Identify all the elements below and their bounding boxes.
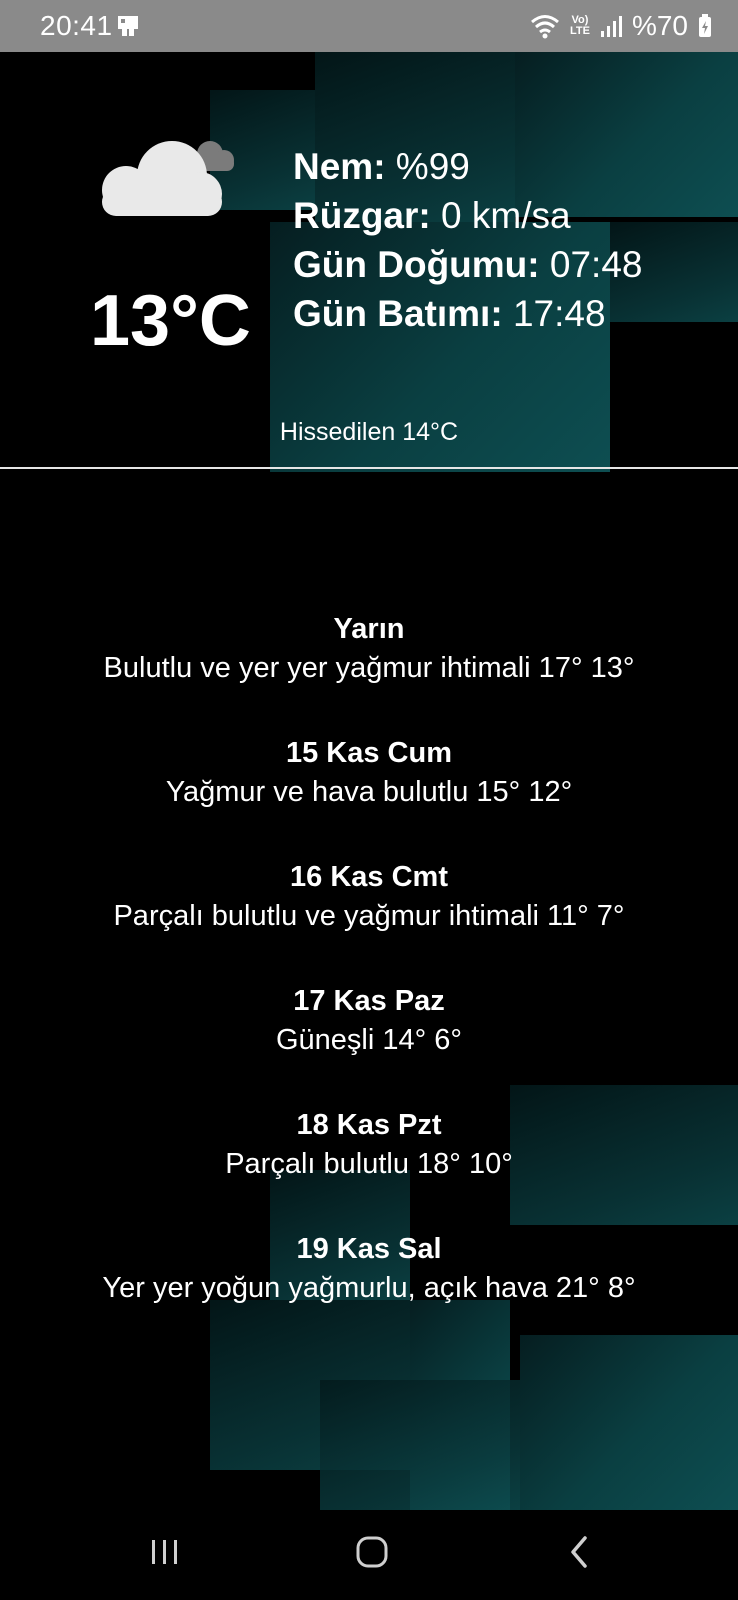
forecast-item: 15 Kas Cum Yağmur ve hava bulutlu 15° 12… (0, 734, 738, 858)
forecast-day: Yarın (333, 613, 405, 645)
wifi-icon (531, 15, 559, 39)
notification-icon (118, 16, 138, 36)
sunrise-row: Gün Doğumu: 07:48 (293, 240, 642, 289)
home-icon[interactable] (347, 1532, 397, 1572)
forecast-day: 16 Kas Cmt (290, 861, 448, 893)
status-time: 20:41 (40, 10, 113, 41)
current-temperature: 13°C (90, 281, 251, 361)
humidity-label: Nem: (293, 146, 386, 187)
sunrise-value: 07:48 (539, 244, 643, 285)
humidity-value: %99 (385, 146, 470, 187)
weather-details: Nem: %99 Rüzgar: 0 km/sa Gün Doğumu: 07:… (293, 142, 642, 338)
wind-label: Rüzgar: (293, 195, 431, 236)
divider (0, 467, 738, 469)
wind-row: Rüzgar: 0 km/sa (293, 191, 642, 240)
volte-badge: Vo) LTE (569, 14, 590, 37)
battery-percent: %70 (631, 10, 688, 41)
forecast-day: 17 Kas Paz (293, 985, 445, 1017)
forecast-item: 17 Kas Paz Güneşli 14° 6° (0, 982, 738, 1106)
sunset-row: Gün Batımı: 17:48 (293, 289, 642, 338)
sunset-value: 17:48 (502, 293, 606, 334)
feels-like: Hissedilen 14°C (279, 418, 459, 446)
forecast-item: 18 Kas Pzt Parçalı bulutlu 18° 10° (0, 1106, 738, 1230)
forecast-description: Bulutlu ve yer yer yağmur ihtimali 17° 1… (103, 652, 635, 684)
forecast-day: 18 Kas Pzt (296, 1109, 442, 1141)
signal-icon (600, 16, 622, 37)
forecast-description: Parçalı bulutlu ve yağmur ihtimali 11° 7… (113, 900, 625, 932)
forecast-day: 15 Kas Cum (285, 737, 452, 769)
forecast-item: 16 Kas Cmt Parçalı bulutlu ve yağmur iht… (0, 858, 738, 982)
sunset-label: Gün Batımı: (293, 293, 503, 334)
forecast-item: 19 Kas Sal Yer yer yoğun yağmurlu, açık … (0, 1230, 738, 1354)
weather-screen: 20:41 Vo) LTE %70 13°C Nem: %99 Rüzgar: … (0, 0, 738, 1600)
cloud-icon (102, 141, 234, 216)
status-right: Vo) LTE %70 (530, 10, 712, 42)
wind-value: 0 km/sa (430, 195, 571, 236)
background-tile (520, 1335, 738, 1510)
forecast-description: Yağmur ve hava bulutlu 15° 12° (165, 776, 573, 808)
sunrise-label: Gün Doğumu: (293, 244, 540, 285)
navigation-bar (0, 1510, 738, 1600)
forecast-description: Yer yer yoğun yağmurlu, açık hava 21° 8° (102, 1272, 636, 1304)
forecast-description: Parçalı bulutlu 18° 10° (225, 1148, 513, 1180)
back-icon[interactable] (555, 1532, 605, 1572)
battery-icon (699, 14, 711, 37)
background-tile (320, 1380, 520, 1510)
forecast-day: 19 Kas Sal (296, 1233, 442, 1265)
forecast-item: Yarın Bulutlu ve yer yer yağmur ihtimali… (0, 610, 738, 734)
forecast-list: Yarın Bulutlu ve yer yer yağmur ihtimali… (0, 610, 738, 1354)
recents-icon[interactable] (140, 1532, 190, 1572)
forecast-description: Güneşli 14° 6° (275, 1024, 463, 1056)
humidity-row: Nem: %99 (293, 142, 642, 191)
status-bar: 20:41 Vo) LTE %70 (0, 0, 738, 52)
